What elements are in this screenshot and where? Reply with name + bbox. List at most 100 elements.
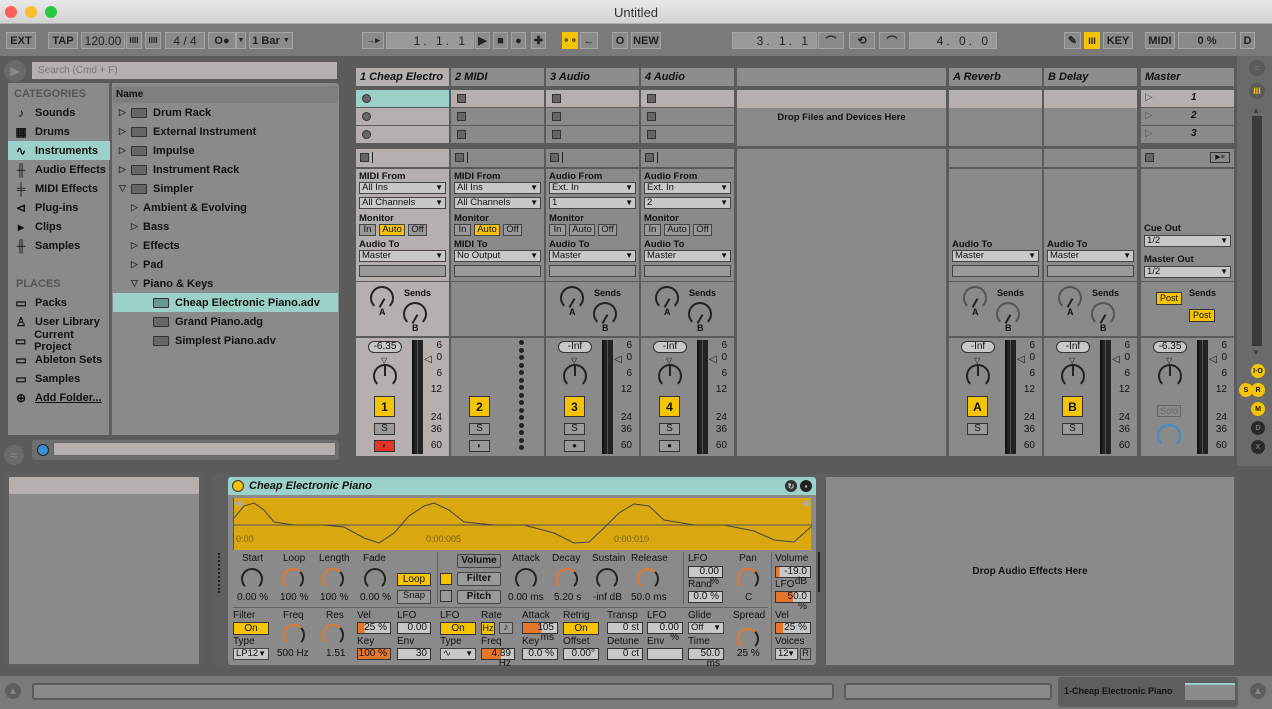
clip-stop-icon[interactable] — [647, 94, 656, 103]
lfo-amount-field[interactable]: 0.00 % — [688, 566, 723, 587]
filter-envelope-toggle[interactable] — [440, 573, 452, 585]
device-power-icon[interactable] — [232, 480, 244, 492]
metronome-menu-chevron-icon[interactable]: ▼ — [236, 32, 246, 49]
scene-play-icon[interactable]: ▷ — [1145, 128, 1153, 139]
expand-arrow-icon[interactable]: ▷ — [119, 164, 131, 175]
computer-midi-keyboard-button[interactable]: III — [1084, 32, 1100, 49]
snap-button[interactable]: Snap — [397, 590, 431, 604]
session-scrollbar[interactable] — [1252, 116, 1262, 346]
post-b-button[interactable]: Post — [1189, 309, 1215, 322]
return-track-header[interactable]: B Delay — [1044, 68, 1137, 86]
browser-item[interactable]: ▷ Drum Rack — [113, 103, 338, 122]
info-view-toggle-icon[interactable]: ▲ — [5, 683, 21, 699]
expand-arrow-icon[interactable]: ▷ — [131, 240, 143, 251]
nudge-down-button[interactable]: IIII — [126, 32, 142, 49]
ext-sync-button[interactable]: EXT — [6, 32, 36, 49]
solo-button[interactable]: S — [1062, 423, 1083, 435]
monitor-off-button[interactable]: Off — [693, 224, 712, 236]
clip-stop-button[interactable] — [645, 153, 654, 162]
scroll-up-icon[interactable]: ▲ — [1252, 106, 1260, 115]
pan-knob[interactable] — [966, 364, 990, 388]
monitor-auto-button[interactable]: Auto — [569, 224, 595, 236]
clip-slot[interactable] — [546, 108, 639, 125]
tap-tempo-button[interactable]: TAP — [48, 32, 78, 49]
scene-launch-icon[interactable]: ▶≡ — [1210, 152, 1230, 163]
monitor-in-button[interactable]: In — [549, 224, 566, 236]
pan-knob[interactable] — [658, 364, 682, 388]
lfo-attack-field[interactable]: 105 ms — [522, 622, 558, 643]
midi-map-button[interactable]: MIDI — [1145, 32, 1175, 49]
monitor-in-button[interactable]: In — [359, 224, 376, 236]
return-activator-button[interactable]: B — [1062, 396, 1083, 417]
master-pan-knob[interactable] — [1158, 364, 1182, 388]
scene-launch-row[interactable]: ▷ 1 — [1141, 90, 1234, 107]
clip-record-icon[interactable] — [362, 130, 371, 139]
return-track-header[interactable]: A Reverb — [949, 68, 1042, 86]
loop-start-field[interactable]: 3. 1. 1 — [732, 32, 817, 49]
clip-stop-button[interactable] — [360, 153, 369, 162]
lfo-hz-button[interactable]: Hz — [481, 622, 495, 635]
loop-switch-button[interactable]: ⟲ — [849, 32, 875, 49]
clip-stop-icon[interactable] — [552, 94, 561, 103]
places-item-current-project[interactable]: ▭ Current Project — [8, 329, 110, 353]
clip-slot[interactable] — [451, 108, 544, 125]
loop-knob[interactable] — [282, 568, 304, 590]
drop-audio-effects-area[interactable]: Drop Audio Effects Here — [826, 477, 1234, 665]
browser-item[interactable]: ▷ Pad — [113, 255, 338, 274]
monitor-in-button[interactable]: In — [644, 224, 661, 236]
scene-play-icon[interactable]: ▷ — [1145, 110, 1153, 121]
delay-toggle-icon[interactable]: D — [1251, 421, 1265, 435]
stop-all-clips-button[interactable] — [1145, 153, 1154, 162]
browser-item[interactable]: ▽ Simpler — [113, 179, 338, 198]
attack-knob[interactable] — [515, 568, 537, 590]
browser-item[interactable]: ▷ Effects — [113, 236, 338, 255]
arrangement-position-field[interactable]: 1. 1. 1 — [386, 32, 474, 49]
start-marker-icon[interactable]: ◀ — [234, 498, 242, 509]
follow-button[interactable]: →▸ — [362, 32, 384, 49]
key-map-button[interactable]: KEY — [1103, 32, 1133, 49]
input-type-select[interactable]: All Ins — [359, 182, 446, 194]
solo-button[interactable]: S — [659, 423, 680, 435]
output-channel-select[interactable] — [952, 265, 1039, 277]
browser-toggle-icon[interactable]: ▶ — [4, 60, 26, 82]
browser-item[interactable]: ▽ Piano & Keys — [113, 274, 338, 293]
pitch-lfo-field[interactable]: 0.00 % — [647, 622, 683, 643]
expand-arrow-icon[interactable]: ▷ — [131, 221, 143, 232]
filter-key-field[interactable]: 100 % — [357, 648, 391, 660]
track-activator-button[interactable]: 3 — [564, 396, 585, 417]
sample-waveform[interactable]: ◀ ◀ 0:00 0:00:005 0:00:010 — [233, 498, 813, 550]
save-preset-icon[interactable]: ▪ — [800, 480, 812, 492]
spread-knob[interactable] — [737, 628, 759, 650]
pan-knob[interactable] — [1061, 364, 1085, 388]
overdub-button[interactable]: ✚ — [531, 32, 546, 49]
automation-arm-button[interactable]: ⚬⚬ — [562, 32, 578, 49]
groove-pool-icon[interactable]: ≈ — [4, 445, 24, 465]
punch-out-button[interactable]: ⌒ — [879, 32, 905, 49]
arm-record-button[interactable]: ◐ — [469, 440, 490, 452]
release-knob[interactable] — [637, 568, 659, 590]
volume-lfo-field[interactable]: 50.0 % — [775, 591, 811, 612]
lfo-on-button[interactable]: On — [440, 622, 476, 635]
track-header[interactable]: 2 MIDI — [451, 68, 544, 86]
output-type-select[interactable]: No Output — [454, 250, 541, 262]
loop-toggle-button[interactable]: Loop — [397, 573, 431, 586]
monitor-off-button[interactable]: Off — [408, 224, 427, 236]
session-view-icon[interactable]: III — [1249, 83, 1265, 99]
input-channel-select[interactable]: All Channels — [359, 197, 446, 209]
sidebar-item-audio-effects[interactable]: ╫ Audio Effects — [8, 160, 110, 179]
expand-arrow-icon[interactable]: ▷ — [119, 107, 131, 118]
glide-select[interactable]: Off — [688, 622, 724, 634]
volume-field[interactable]: -Inf — [558, 341, 592, 353]
master-solo-button[interactable]: Solo — [1157, 405, 1181, 417]
length-knob[interactable] — [322, 568, 344, 590]
sidebar-item-samples[interactable]: ╫ Samples — [8, 236, 110, 255]
lfo-retrig-button[interactable]: On — [563, 622, 599, 635]
envelope-tab-volume[interactable]: Volume — [457, 554, 501, 568]
clip-slot[interactable] — [356, 108, 449, 125]
browser-item[interactable]: Grand Piano.adg — [113, 312, 338, 331]
metronome-button[interactable]: O● — [208, 32, 236, 49]
loop-length-field[interactable]: 4. 0. 0 — [909, 32, 997, 49]
play-button[interactable]: ▶ — [475, 32, 490, 49]
output-type-select[interactable]: Master — [952, 250, 1039, 262]
drop-files-hint[interactable]: Drop Files and Devices Here — [737, 108, 946, 146]
